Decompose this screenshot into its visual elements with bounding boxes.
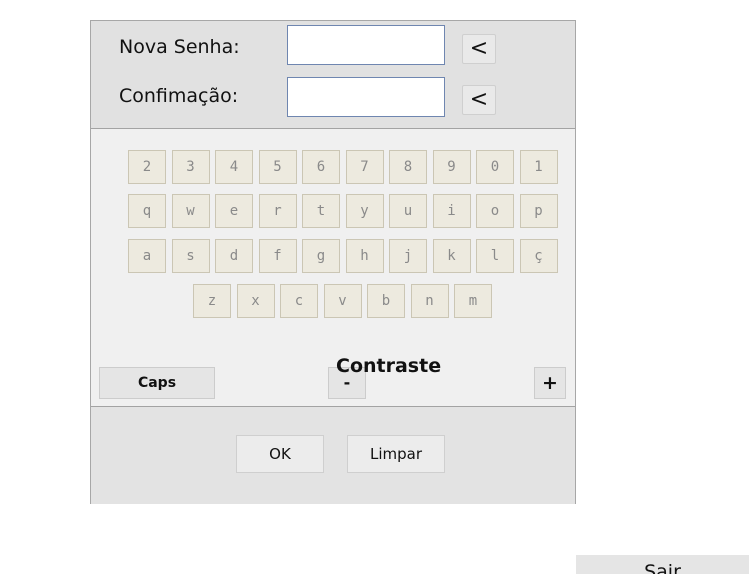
key-i[interactable]: i [432, 194, 471, 228]
key-g[interactable]: g [302, 239, 340, 273]
clear-button[interactable]: Limpar [347, 435, 445, 473]
key-k[interactable]: k [432, 239, 471, 273]
key-6[interactable]: 6 [302, 150, 340, 184]
key-0[interactable]: 0 [476, 150, 514, 184]
password-fields-section: Nova Senha: < Confimação: < [91, 21, 575, 129]
new-password-label: Nova Senha: [119, 36, 240, 58]
key-v[interactable]: v [323, 284, 362, 318]
key-u[interactable]: u [389, 194, 427, 228]
key-h[interactable]: h [345, 239, 384, 273]
on-screen-keyboard: Caps - Contraste + 2345678901qwertyuiopa… [91, 129, 575, 405]
key-5[interactable]: 5 [258, 150, 297, 184]
key-t[interactable]: t [302, 194, 340, 228]
key-2[interactable]: 2 [128, 150, 166, 184]
key-b[interactable]: b [367, 284, 405, 318]
key-s[interactable]: s [171, 239, 210, 273]
key-j[interactable]: j [389, 239, 427, 273]
key-ç[interactable]: ç [519, 239, 558, 273]
key-y[interactable]: y [345, 194, 384, 228]
key-8[interactable]: 8 [389, 150, 427, 184]
key-f[interactable]: f [258, 239, 297, 273]
key-m[interactable]: m [454, 284, 492, 318]
ok-button[interactable]: OK [236, 435, 324, 473]
caps-button[interactable]: Caps [99, 367, 215, 399]
key-1[interactable]: 1 [519, 150, 558, 184]
action-buttons-section: OK Limpar [91, 406, 575, 504]
key-o[interactable]: o [476, 194, 514, 228]
key-z[interactable]: z [193, 284, 231, 318]
confirm-password-label: Confimação: [119, 85, 239, 107]
key-q[interactable]: q [128, 194, 166, 228]
key-4[interactable]: 4 [215, 150, 253, 184]
virtual-keyboard-panel: Nova Senha: < Confimação: < Caps - Contr… [90, 20, 576, 504]
new-password-input[interactable] [287, 25, 445, 65]
key-d[interactable]: d [215, 239, 253, 273]
key-9[interactable]: 9 [432, 150, 471, 184]
exit-button[interactable]: Sair [576, 555, 749, 574]
key-l[interactable]: l [476, 239, 514, 273]
key-p[interactable]: p [519, 194, 558, 228]
key-n[interactable]: n [410, 284, 449, 318]
confirm-password-input[interactable] [287, 77, 445, 117]
key-a[interactable]: a [128, 239, 166, 273]
key-x[interactable]: x [236, 284, 275, 318]
contrast-increase-button[interactable]: + [534, 367, 566, 399]
key-c[interactable]: c [280, 284, 318, 318]
key-r[interactable]: r [258, 194, 297, 228]
key-7[interactable]: 7 [345, 150, 384, 184]
contrast-label: Contraste [336, 355, 442, 377]
new-password-backspace-button[interactable]: < [462, 34, 496, 64]
key-w[interactable]: w [171, 194, 210, 228]
key-e[interactable]: e [215, 194, 253, 228]
key-3[interactable]: 3 [171, 150, 210, 184]
confirm-password-backspace-button[interactable]: < [462, 85, 496, 115]
